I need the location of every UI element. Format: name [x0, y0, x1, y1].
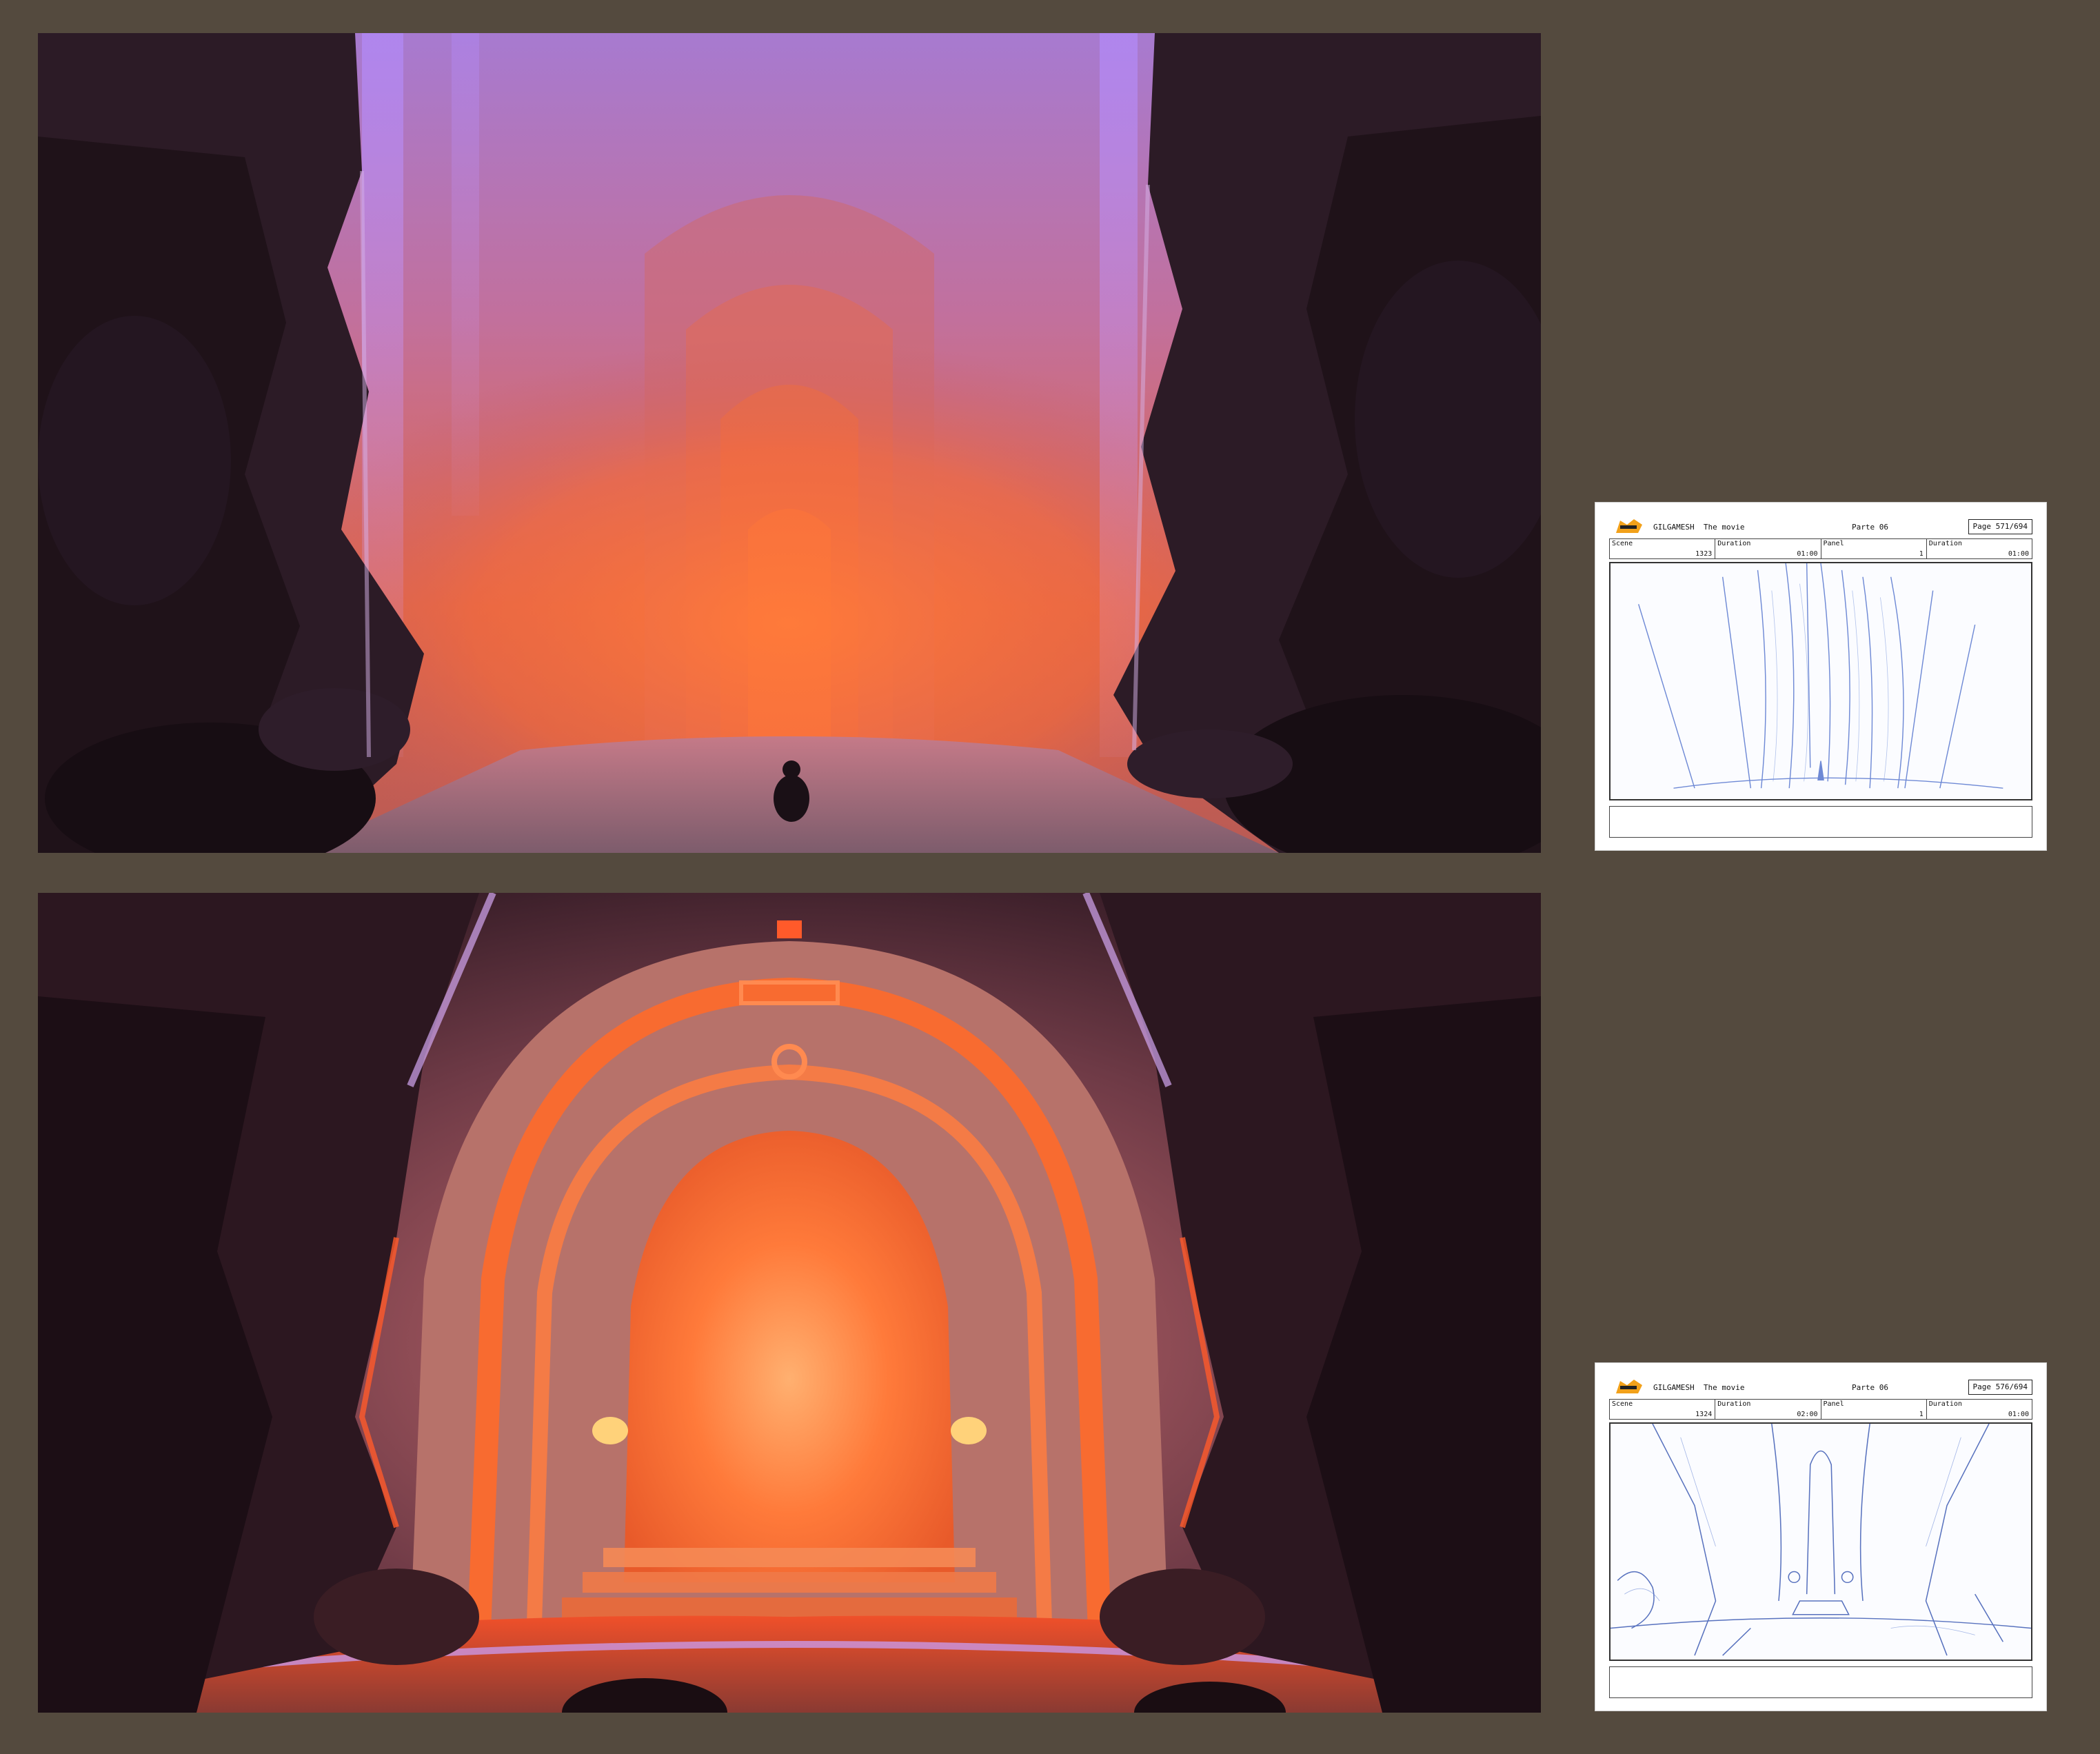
canyon-sketch [1637, 563, 2003, 789]
concept-painting-canyon [38, 33, 1541, 853]
duration-label: Duration [1717, 540, 1751, 547]
scene-value: 1323 [1695, 550, 1713, 558]
gate-sketch [1611, 1424, 2031, 1656]
scene-value: 1324 [1695, 1411, 1713, 1418]
duration-value: 02:00 [1797, 1411, 1818, 1418]
panel-value: 1 [1919, 550, 1924, 558]
storyboard-frame [1609, 562, 2032, 800]
panel-label: Panel [1823, 1400, 1844, 1408]
panel-duration-value: 01:00 [2008, 550, 2029, 558]
notes-box [1609, 1666, 2032, 1698]
panel-duration-cell: Duration 01:00 [1927, 1400, 2032, 1419]
scene-info-row: Scene 1324 Duration 02:00 Panel 1 Durati… [1609, 1399, 2032, 1420]
duration-value: 01:00 [1797, 550, 1818, 558]
canyon-illustration [38, 33, 1541, 853]
scene-label: Scene [1612, 1400, 1633, 1408]
part-label: Parte 06 [1852, 523, 1888, 532]
scene-cell: Scene 1323 [1610, 539, 1716, 558]
panel-duration-label: Duration [1928, 1400, 1962, 1408]
duration-label: Duration [1717, 1400, 1751, 1408]
gate-illustration [38, 893, 1541, 1713]
notes-box [1609, 806, 2032, 838]
panel-duration-value: 01:00 [2008, 1411, 2029, 1418]
movie-title: GILGAMESH The movie [1653, 1383, 1745, 1392]
scene-label: Scene [1612, 540, 1633, 547]
panel-label: Panel [1823, 540, 1844, 547]
panel-duration-label: Duration [1928, 540, 1962, 547]
panel-duration-cell: Duration 01:00 [1927, 539, 2032, 558]
storyboard-header: GILGAMESH The movie Parte 06 Page 571/69… [1609, 518, 2032, 537]
part-label: Parte 06 [1852, 1383, 1888, 1392]
panel-cell: Panel 1 [1821, 539, 1927, 558]
storyboard-header: GILGAMESH The movie Parte 06 Page 576/69… [1609, 1378, 2032, 1398]
storyboard-sheet-2: GILGAMESH The movie Parte 06 Page 576/69… [1595, 1362, 2047, 1711]
panel-value: 1 [1919, 1411, 1924, 1418]
scene-cell: Scene 1324 [1610, 1400, 1716, 1419]
duration-cell: Duration 01:00 [1715, 539, 1821, 558]
page-number: Page 571/694 [1968, 519, 2032, 534]
studio-logo-icon [1613, 518, 1645, 536]
page-number: Page 576/694 [1968, 1380, 2032, 1395]
storyboard-sheet-1: GILGAMESH The movie Parte 06 Page 571/69… [1595, 502, 2047, 851]
duration-cell: Duration 02:00 [1715, 1400, 1821, 1419]
movie-title: GILGAMESH The movie [1653, 523, 1745, 532]
concept-painting-gate [38, 893, 1541, 1713]
studio-logo-icon [1613, 1378, 1645, 1396]
scene-info-row: Scene 1323 Duration 01:00 Panel 1 Durati… [1609, 538, 2032, 559]
panel-cell: Panel 1 [1821, 1400, 1927, 1419]
storyboard-frame [1609, 1422, 2032, 1661]
